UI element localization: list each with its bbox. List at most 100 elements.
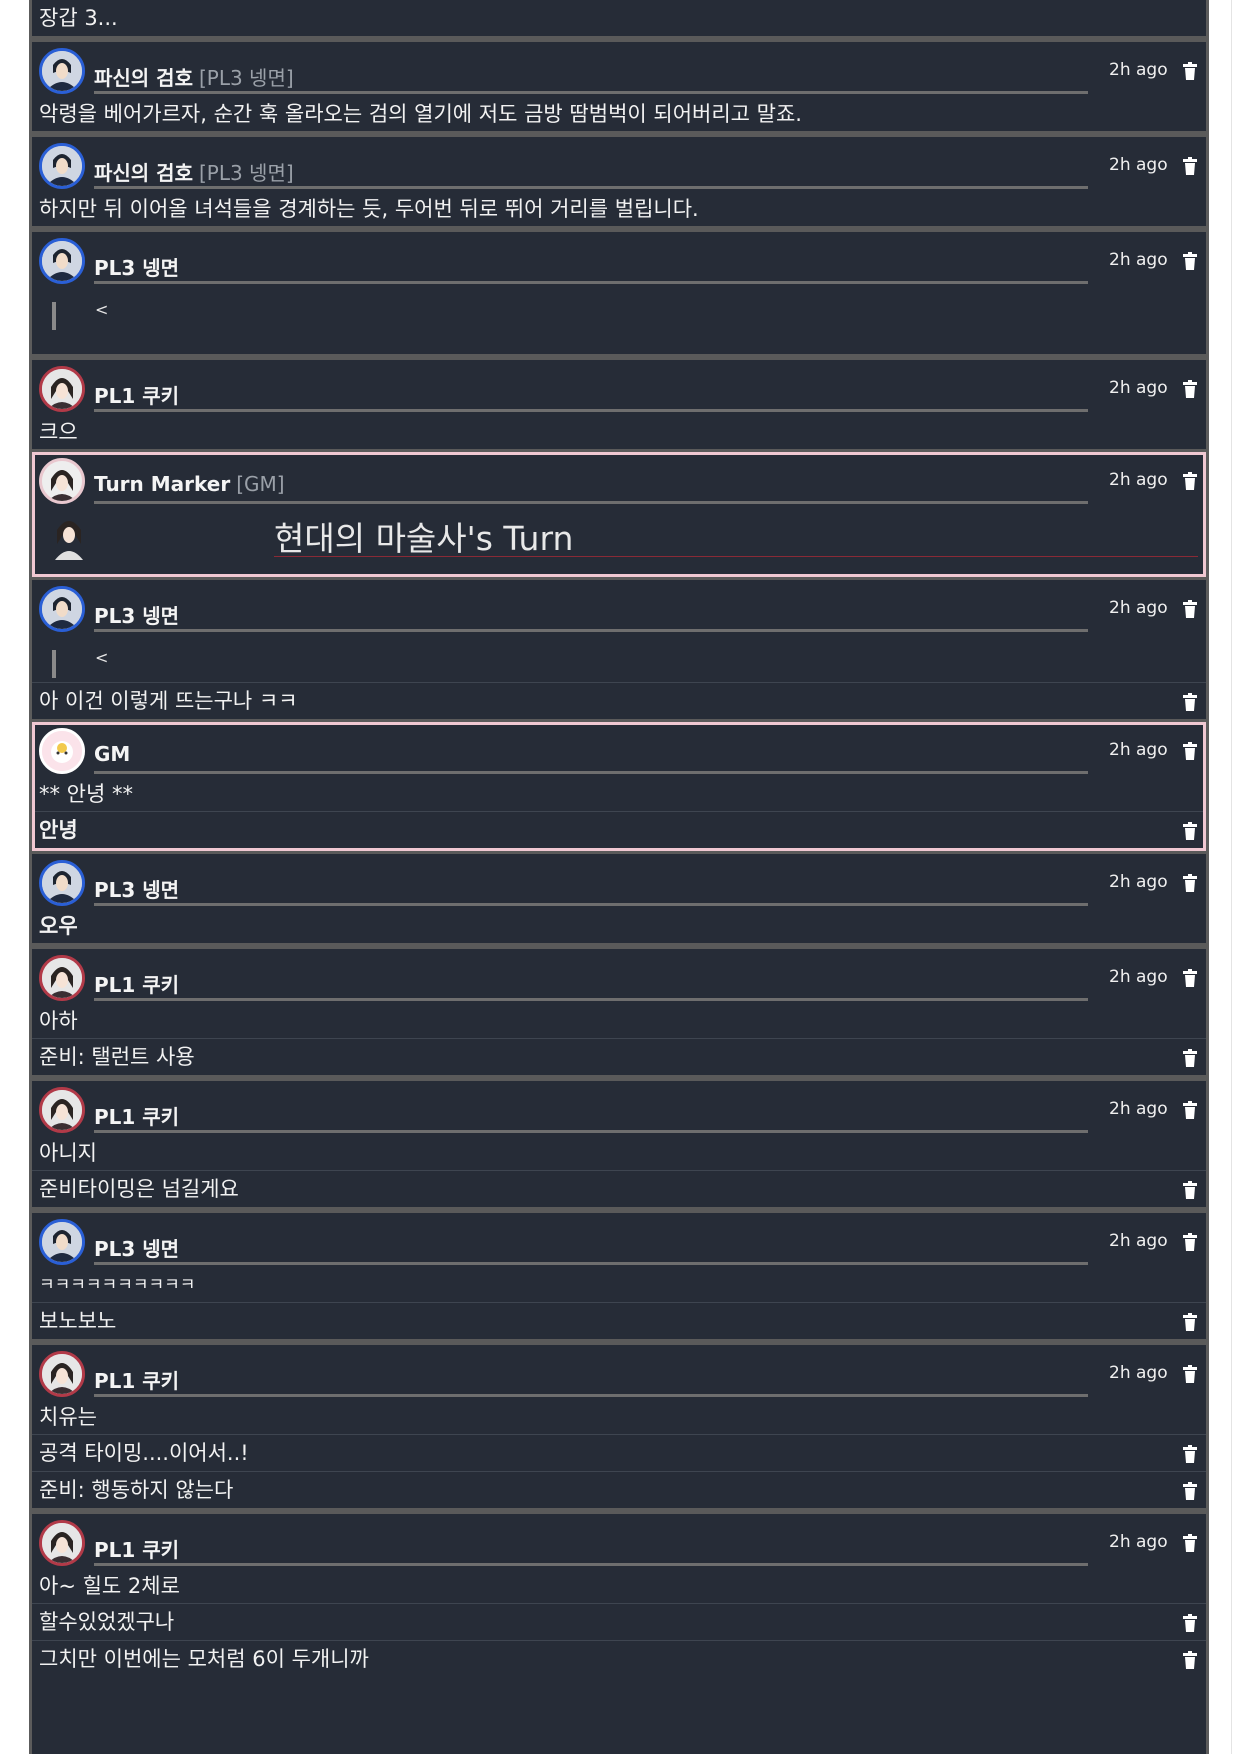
sender-tag: [PL3 넹면]: [198, 161, 294, 185]
pl3-avatar: [39, 143, 85, 189]
name-underline: [94, 1262, 1088, 1265]
message-text: 아하: [39, 1009, 78, 1033]
message-text: 치유는: [39, 1405, 97, 1429]
name-underline: [94, 91, 1088, 94]
chat-message: PL1 쿠키 2h ago 아니지 준비타이밍은 넘길게요: [32, 1081, 1206, 1207]
message-continuation: 보노보노: [32, 1302, 1206, 1339]
name-underline: [94, 1130, 1088, 1133]
trash-icon[interactable]: [1182, 62, 1198, 80]
name-underline: [94, 629, 1088, 632]
chat-message: PL3 넹면 2h ago ㅋㅋㅋㅋㅋㅋㅋㅋㅋㅋ 보노보노: [32, 1213, 1206, 1339]
trash-icon[interactable]: [1182, 742, 1198, 760]
trash-icon[interactable]: [1182, 1365, 1198, 1383]
blockquote: <: [32, 288, 1206, 354]
trash-icon[interactable]: [1182, 1534, 1198, 1552]
sender-name: PL3 넹면: [94, 256, 180, 280]
trash-icon[interactable]: [1182, 969, 1198, 987]
trash-icon[interactable]: [1182, 1101, 1198, 1119]
chat-message: PL3 넹면 2h ago < 아 이건 이렇게 뜨는구나 ㅋㅋ: [32, 580, 1206, 719]
timestamp: 2h ago: [1109, 250, 1168, 270]
chat-message: PL1 쿠키 2h ago 아~ 힐도 2체로 할수있었겠구나 그치만 이번에는…: [32, 1514, 1206, 1677]
trash-icon[interactable]: [1182, 1313, 1198, 1331]
trash-icon[interactable]: [1182, 1651, 1198, 1669]
name-underline: [94, 501, 1088, 504]
message-text: 장갑 3...: [39, 6, 118, 30]
chat-message: PL3 넹면 2h ago 오우: [32, 854, 1206, 943]
sender-tag: [PL3 넹면]: [198, 66, 294, 90]
trash-icon[interactable]: [1182, 1233, 1198, 1251]
chat-message: 파신의 검호 [PL3 넹면] 2h ago 악령을 베어가르자, 순간 훅 올라…: [32, 42, 1206, 131]
pl3-avatar: [39, 586, 85, 632]
chat-message-partial: 장갑 3...: [32, 0, 1206, 36]
message-text: 아~ 힐도 2체로: [39, 1574, 180, 1598]
message-text: 아니지: [39, 1141, 97, 1165]
message-text: 아 이건 이렇게 뜨는구나 ㅋㅋ: [39, 689, 298, 713]
sender-name: PL1 쿠키: [94, 1538, 180, 1562]
message-text: 안녕: [39, 818, 78, 842]
pl3-avatar: [39, 238, 85, 284]
chat-message: PL1 쿠키 2h ago 크으: [32, 360, 1206, 449]
message-text: 준비: 행동하지 않는다: [39, 1478, 234, 1502]
sender-name: 파신의 검호 [PL3 넹면]: [94, 161, 294, 185]
sender-name: PL3 넹면: [94, 878, 180, 902]
timestamp: 2h ago: [1109, 967, 1168, 987]
message-continuation: 그치만 이번에는 모처럼 6이 두개니까: [32, 1640, 1206, 1677]
name-underline: [94, 409, 1088, 412]
chat-message: PL1 쿠키 2h ago 아하 준비: 탤런트 사용: [32, 949, 1206, 1075]
message-text: 할수있었겠구나: [39, 1610, 175, 1634]
message-continuation: 안녕: [35, 811, 1203, 848]
name-underline: [94, 771, 1088, 774]
trash-icon[interactable]: [1182, 157, 1198, 175]
chat-message: PL1 쿠키 2h ago 치유는 공격 타이밍....이어서..! 준비: 행…: [32, 1345, 1206, 1508]
message-continuation: 공격 타이밍....이어서..!: [32, 1434, 1206, 1471]
turn-marker-message: Turn Marker [GM] 2h ago 현대의 마술사's Turn: [32, 452, 1206, 577]
gm-message: GM 2h ago ** 안녕 ** 안녕: [32, 722, 1206, 851]
message-text: 보노보노: [39, 1309, 117, 1333]
timestamp: 2h ago: [1109, 378, 1168, 398]
pl3-avatar: [39, 1219, 85, 1265]
timestamp: 2h ago: [1109, 470, 1168, 490]
sender-name: PL3 넹면: [94, 1237, 180, 1261]
trash-icon[interactable]: [1182, 874, 1198, 892]
chat-message: 파신의 검호 [PL3 넹면] 2h ago 하지만 뒤 이어올 녀석들을 경계하…: [32, 137, 1206, 226]
name-underline: [94, 998, 1088, 1001]
chat-message: PL3 넹면 2h ago <: [32, 232, 1206, 354]
turn-marker-avatar: [39, 458, 85, 504]
trash-icon[interactable]: [1182, 1181, 1198, 1199]
trash-icon[interactable]: [1182, 1614, 1198, 1632]
message-continuation: 준비타이밍은 넘길게요: [32, 1170, 1206, 1207]
trash-icon[interactable]: [1182, 822, 1198, 840]
message-text: 악령을 베어가르자, 순간 훅 올라오는 검의 열기에 저도 금방 땀범벅이 되…: [39, 102, 802, 126]
message-text: ㅋㅋㅋㅋㅋㅋㅋㅋㅋㅋ: [39, 1275, 196, 1295]
timestamp: 2h ago: [1109, 1099, 1168, 1119]
chat-log: 장갑 3... 파신의 검호 [PL3 넹면] 2h ago 악령을 베어가르자,…: [29, 0, 1209, 1754]
trash-icon[interactable]: [1182, 472, 1198, 490]
pl1-avatar: [39, 1351, 85, 1397]
sender-name: PL3 넹면: [94, 604, 180, 628]
page-scrollbar-track: [1231, 0, 1232, 1754]
sender-name: PL1 쿠키: [94, 1369, 180, 1393]
pl1-avatar: [39, 955, 85, 1001]
pl3-avatar: [39, 48, 85, 94]
message-continuation: 아 이건 이렇게 뜨는구나 ㅋㅋ: [32, 682, 1206, 719]
sender-name: GM: [94, 742, 131, 766]
quote-bar: [52, 302, 56, 330]
message-text: 준비타이밍은 넘길게요: [39, 1177, 239, 1201]
timestamp: 2h ago: [1109, 598, 1168, 618]
message-continuation: 준비: 행동하지 않는다: [32, 1471, 1206, 1508]
trash-icon[interactable]: [1182, 252, 1198, 270]
trash-icon[interactable]: [1182, 1482, 1198, 1500]
timestamp: 2h ago: [1109, 155, 1168, 175]
timestamp: 2h ago: [1109, 1532, 1168, 1552]
turn-underline: [274, 556, 1198, 557]
trash-icon[interactable]: [1182, 380, 1198, 398]
trash-icon[interactable]: [1182, 600, 1198, 618]
name-underline: [94, 281, 1088, 284]
trash-icon[interactable]: [1182, 1445, 1198, 1463]
trash-icon[interactable]: [1182, 1049, 1198, 1067]
message-continuation: 준비: 탤런트 사용: [32, 1038, 1206, 1075]
trash-icon[interactable]: [1182, 693, 1198, 711]
message-text: 오우: [39, 914, 78, 938]
timestamp: 2h ago: [1109, 740, 1168, 760]
blockquote: <: [32, 636, 1206, 682]
